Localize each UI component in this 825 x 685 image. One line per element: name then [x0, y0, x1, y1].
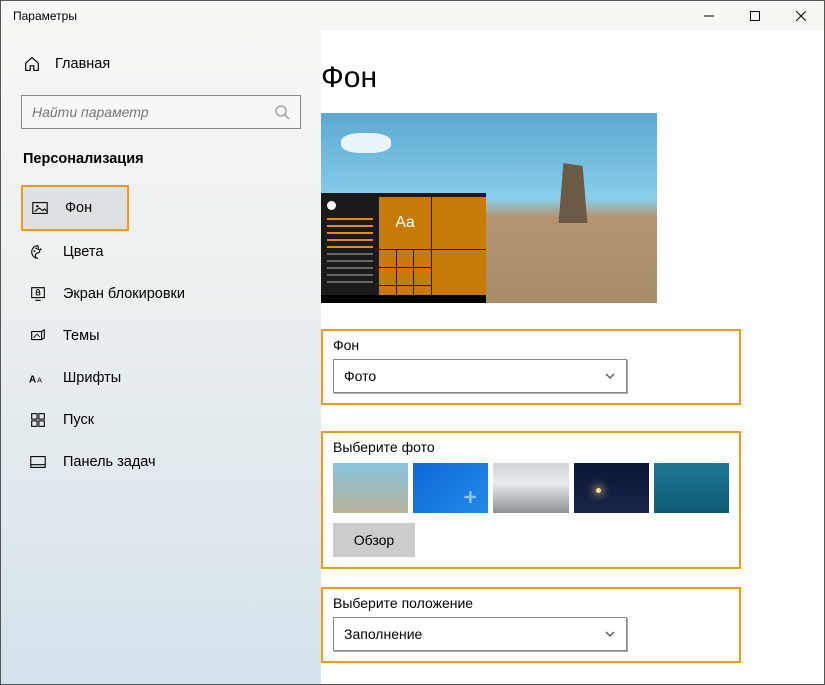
close-button[interactable] [778, 1, 824, 31]
section-title: Персонализация [21, 151, 301, 167]
minimize-button[interactable] [686, 1, 732, 31]
preview-start-menu: Aa [321, 193, 486, 303]
fit-dropdown[interactable]: Заполнение [333, 617, 627, 651]
sidebar-item-label: Пуск [63, 412, 94, 428]
sidebar-item-label: Фон [65, 200, 92, 216]
search-icon [274, 104, 290, 120]
svg-text:A: A [37, 376, 42, 385]
svg-text:A: A [29, 375, 36, 386]
photo-thumbnails [333, 463, 729, 513]
content-area: Главная Персонализация Фон Цвета [1, 31, 824, 684]
home-link[interactable]: Главная [21, 47, 301, 81]
fit-group: Выберите положение Заполнение [321, 587, 741, 663]
preview-rock [549, 163, 597, 223]
photo-thumb-5[interactable] [654, 463, 729, 513]
taskbar-icon [29, 453, 47, 471]
sidebar-item-fonts[interactable]: AA Шрифты [21, 357, 301, 399]
choose-photo-label: Выберите фото [333, 439, 729, 455]
photo-thumb-1[interactable] [333, 463, 408, 513]
chevron-down-icon [604, 370, 616, 382]
sidebar-item-background[interactable]: Фон [21, 185, 129, 231]
preview-tile [432, 197, 486, 249]
image-icon [31, 199, 49, 217]
choose-photo-group: Выберите фото Обзор [321, 431, 741, 569]
sidebar-item-taskbar[interactable]: Панель задач [21, 441, 301, 483]
lock-screen-icon [29, 285, 47, 303]
sidebar-item-label: Цвета [63, 244, 103, 260]
dropdown-value: Фото [344, 368, 376, 384]
preview-taskbar [321, 295, 486, 303]
sidebar-item-lockscreen[interactable]: Экран блокировки [21, 273, 301, 315]
settings-window: Параметры Главная [0, 0, 825, 685]
main-panel: Фон Aa [321, 31, 824, 684]
sidebar-item-label: Экран блокировки [63, 286, 185, 302]
page-title: Фон [321, 61, 784, 95]
sidebar-item-label: Панель задач [63, 454, 156, 470]
photo-thumb-3[interactable] [493, 463, 568, 513]
search-input[interactable] [32, 104, 274, 120]
window-title: Параметры [13, 9, 77, 23]
palette-icon [29, 243, 47, 261]
background-type-dropdown[interactable]: Фото [333, 359, 627, 393]
preview-start-left [321, 193, 379, 303]
preview-tile-aa: Aa [379, 197, 431, 249]
maximize-button[interactable] [732, 1, 778, 31]
desktop-preview: Aa [321, 113, 657, 303]
fonts-icon: AA [29, 369, 47, 387]
search-box[interactable] [21, 95, 301, 129]
window-controls [686, 1, 824, 31]
sidebar-item-label: Темы [63, 328, 100, 344]
photo-thumb-2[interactable] [413, 463, 488, 513]
sidebar-item-colors[interactable]: Цвета [21, 231, 301, 273]
photo-thumb-4[interactable] [574, 463, 649, 513]
sidebar: Главная Персонализация Фон Цвета [1, 31, 321, 684]
dropdown-value: Заполнение [344, 626, 422, 642]
fit-label: Выберите положение [333, 595, 729, 611]
home-icon [23, 55, 41, 73]
themes-icon [29, 327, 47, 345]
sidebar-item-label: Шрифты [63, 370, 121, 386]
nav-list: Фон Цвета Экран блокировки Темы [21, 185, 301, 483]
preview-cloud [341, 133, 391, 153]
preview-tiles: Aa [379, 193, 486, 303]
background-type-label: Фон [333, 337, 729, 353]
background-type-group: Фон Фото [321, 329, 741, 405]
browse-button[interactable]: Обзор [333, 523, 415, 557]
sidebar-item-themes[interactable]: Темы [21, 315, 301, 357]
home-label: Главная [55, 56, 110, 72]
start-icon [29, 411, 47, 429]
sidebar-item-start[interactable]: Пуск [21, 399, 301, 441]
titlebar: Параметры [1, 1, 824, 31]
chevron-down-icon [604, 628, 616, 640]
